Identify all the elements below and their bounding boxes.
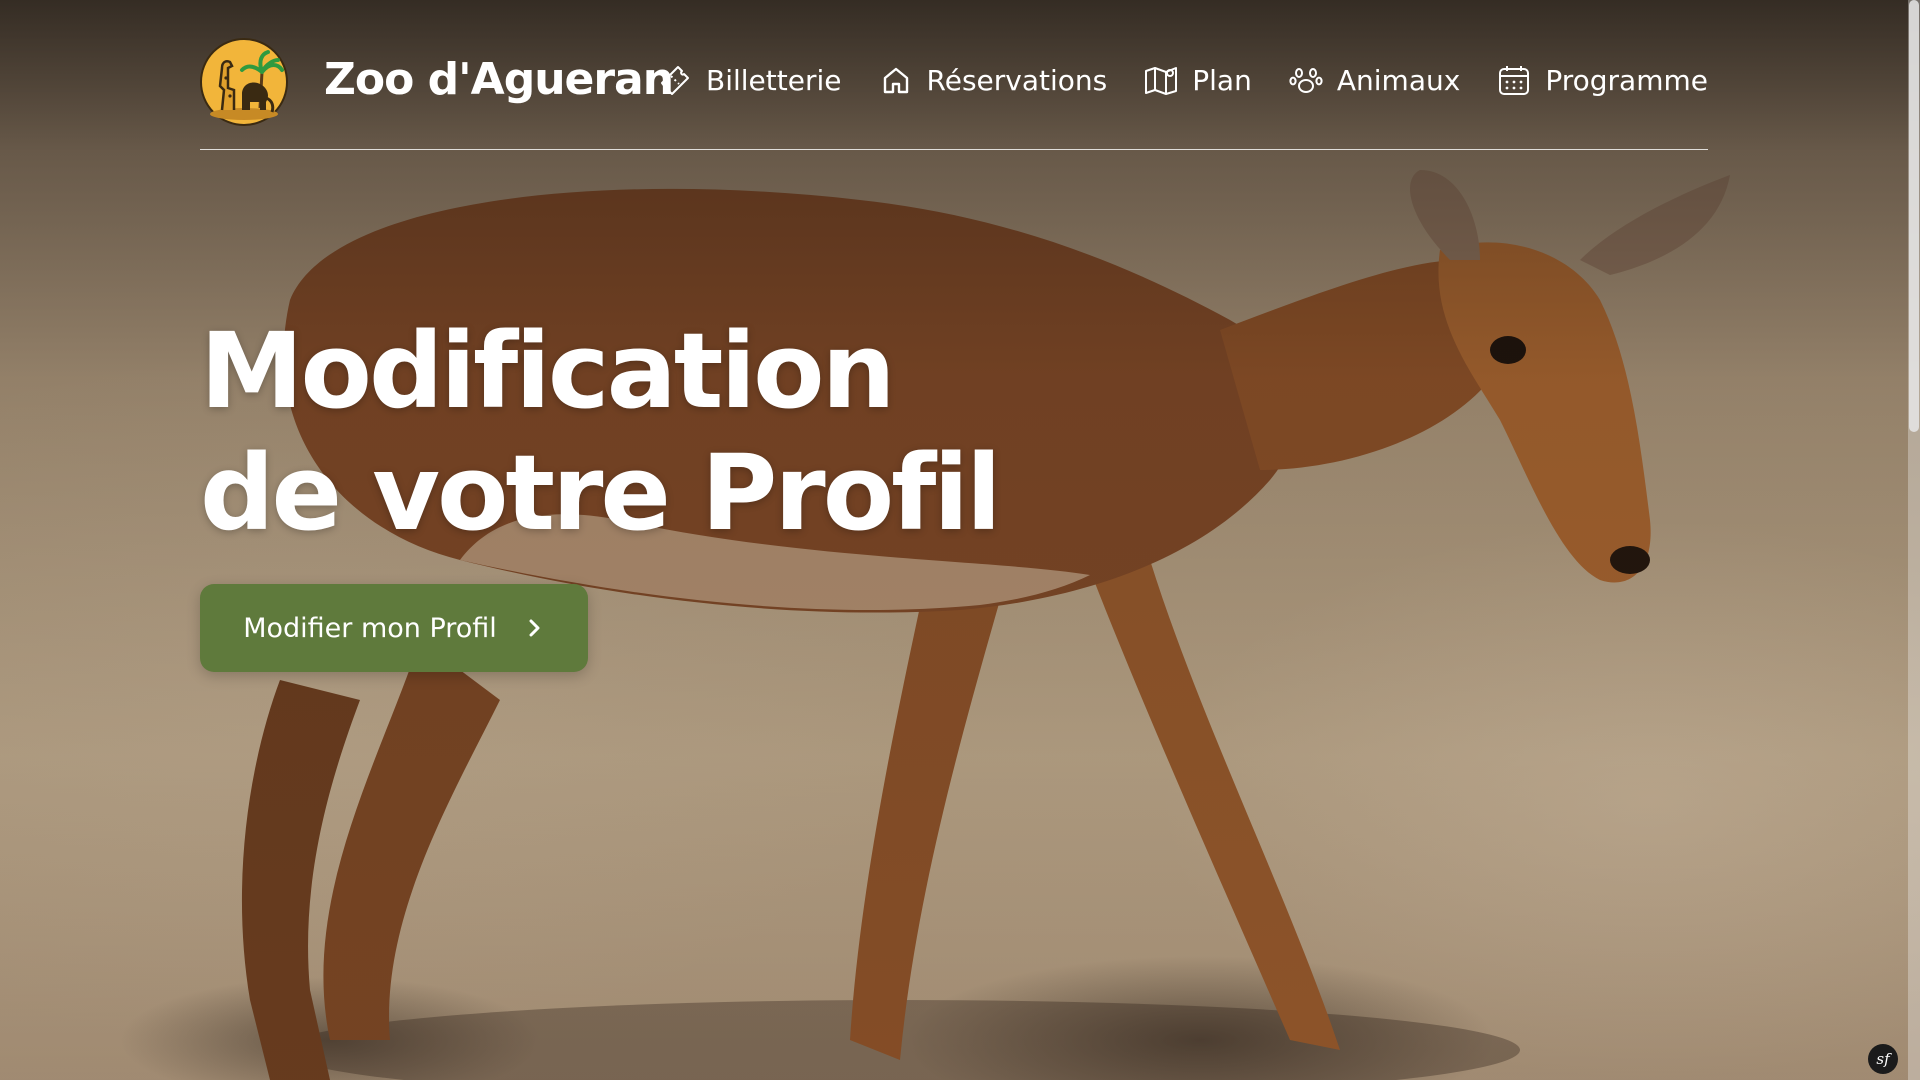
zoo-logo-icon[interactable] xyxy=(200,38,288,126)
page: Zoo d'Agueran Billetterie Réservations P… xyxy=(0,0,1920,1080)
page-title-line-1: Modification xyxy=(200,310,896,432)
nav-item-label: Plan xyxy=(1192,63,1252,97)
map-icon xyxy=(1145,67,1178,95)
nav-item-billetterie[interactable]: Billetterie xyxy=(656,61,841,99)
nav-item-plan[interactable]: Plan xyxy=(1142,61,1252,99)
page-title-line-2: de votre Profil xyxy=(200,432,1002,554)
edit-profile-button[interactable]: Modifier mon Profil xyxy=(200,584,588,672)
edit-profile-button-label: Modifier mon Profil xyxy=(243,612,497,644)
scrollbar-thumb[interactable] xyxy=(1909,0,1919,432)
brand-name[interactable]: Zoo d'Agueran xyxy=(324,50,674,110)
page-title: Modification de votre Profil xyxy=(200,310,1002,554)
ticket-icon xyxy=(661,66,689,95)
nav-item-reservations[interactable]: Réservations xyxy=(877,61,1108,99)
calendar-icon xyxy=(1499,66,1530,95)
nav-item-label: Programme xyxy=(1545,63,1708,97)
site-header: Zoo d'Agueran Billetterie Réservations P… xyxy=(200,0,1708,150)
paw-icon xyxy=(1289,68,1323,93)
nav-item-label: Réservations xyxy=(926,63,1108,97)
nav-item-label: Animaux xyxy=(1336,63,1461,97)
home-icon xyxy=(883,67,908,94)
nav-item-programme[interactable]: Programme xyxy=(1495,61,1708,99)
main-nav: Billetterie Réservations Plan Animaux Pr… xyxy=(656,58,1708,102)
page-scrollbar[interactable] xyxy=(1908,0,1920,1080)
nav-item-animaux[interactable]: Animaux xyxy=(1287,61,1460,99)
nav-item-label: Billetterie xyxy=(706,63,842,97)
chevron-right-icon xyxy=(529,619,540,637)
symfony-debug-toolbar-toggle[interactable]: sf xyxy=(1868,1044,1898,1074)
